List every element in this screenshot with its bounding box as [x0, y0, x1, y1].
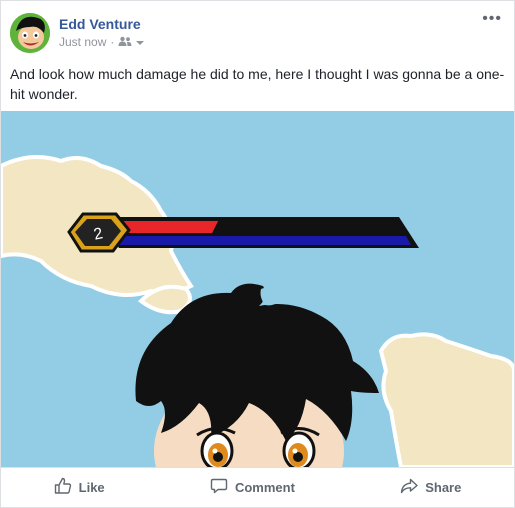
thumbs-up-icon [54, 477, 72, 498]
post-actions: Like Comment Share [1, 467, 514, 507]
comment-label: Comment [234, 480, 295, 495]
more-horizontal-icon[interactable]: ••• [482, 11, 502, 27]
share-button[interactable]: Share [382, 471, 479, 504]
caret-down-icon[interactable] [136, 35, 145, 49]
comment-icon [210, 477, 228, 498]
author-name[interactable]: Edd Venture [59, 15, 144, 33]
comment-button[interactable]: Comment [192, 471, 313, 504]
like-button[interactable]: Like [36, 471, 123, 504]
post-message: And look how much damage he did to me, h… [10, 66, 505, 102]
friends-icon[interactable] [118, 35, 132, 49]
like-label: Like [78, 480, 105, 495]
share-label: Share [425, 480, 462, 495]
share-icon [400, 477, 418, 498]
post-timestamp[interactable]: Just now [59, 35, 106, 49]
post-header: Edd Venture Just now · [10, 13, 145, 53]
health-bar: 2 [67, 212, 419, 253]
post-image[interactable]: 2 [1, 111, 514, 467]
feed-post: Edd Venture Just now · ••• And look how … [0, 0, 515, 508]
meta-separator: · [110, 35, 115, 49]
avatar[interactable] [10, 13, 50, 53]
